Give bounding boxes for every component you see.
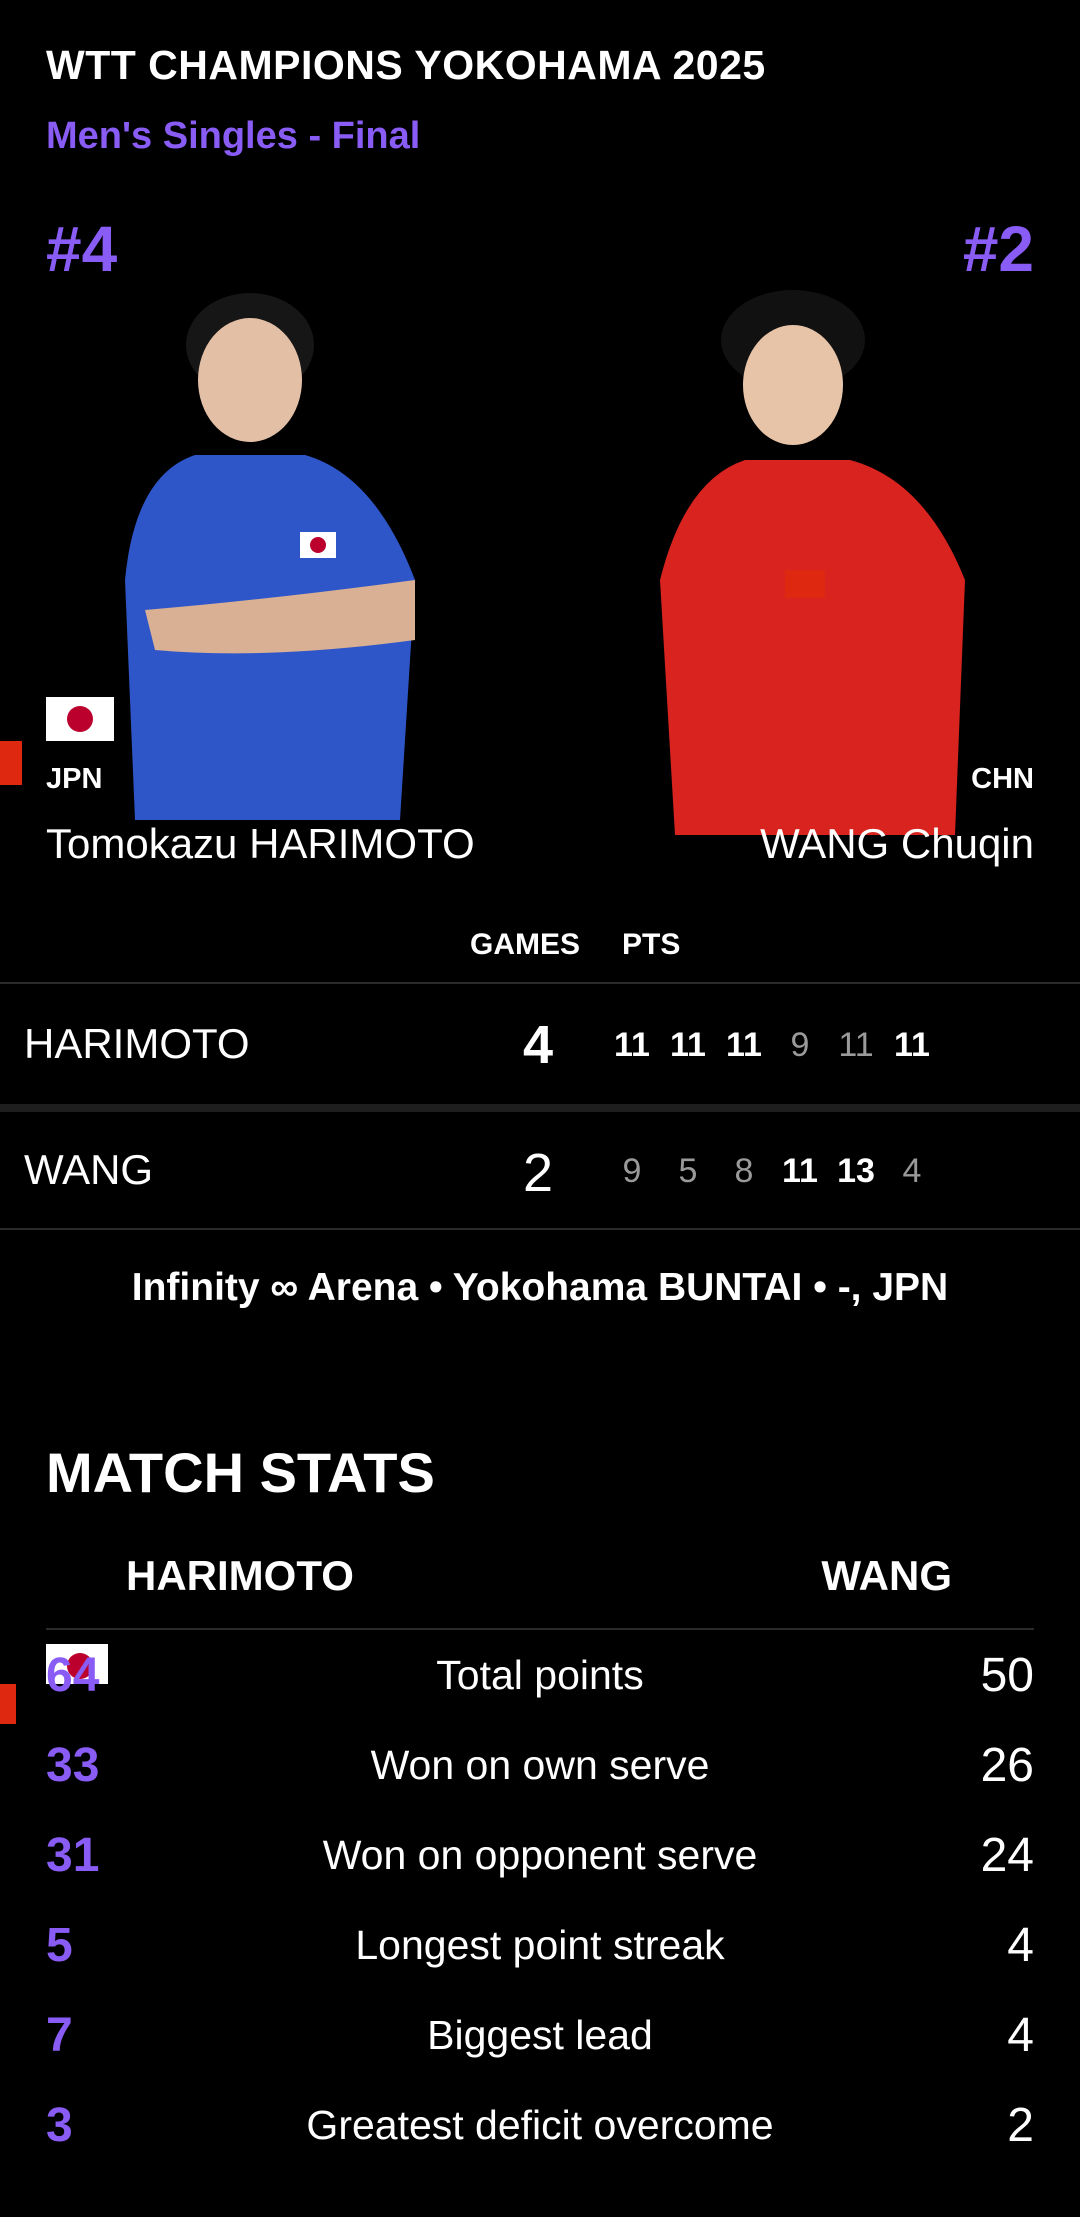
game-score: 8 [734, 1152, 754, 1190]
score-row-harimoto: HARIMOTO 4 11 11 11 9 11 11 [0, 986, 1080, 1104]
harimoto-photo [125, 293, 415, 820]
stat-row: 31 Won on opponent serve 24 [46, 1828, 1034, 1918]
game-score: 11 [726, 1026, 762, 1064]
game-score: 4 [902, 1152, 922, 1190]
japan-flag-icon [46, 697, 114, 741]
divider [0, 1104, 1080, 1112]
pts-header: PTS [622, 928, 681, 961]
stat-right-value: 24 [980, 1829, 1034, 1882]
event-subtitle: Men's Singles - Final [46, 115, 421, 157]
right-player-name: WANG Chuqin [760, 820, 1034, 867]
left-country: JPN [46, 763, 103, 795]
venue-line: Infinity ∞ Arena • Yokohama BUNTAI • -, … [131, 1266, 949, 1309]
games-won: 2 [522, 1143, 554, 1203]
stat-right-value: 26 [980, 1739, 1034, 1792]
stat-label: Won on opponent serve [322, 1832, 758, 1878]
game-score: 9 [622, 1152, 642, 1190]
match-stats-title: MATCH STATS [46, 1441, 435, 1504]
divider [0, 1228, 1080, 1230]
game-score: 5 [678, 1152, 698, 1190]
stat-row: 64 Total points 50 [46, 1648, 1034, 1738]
score-row-wang: WANG 2 9 5 8 11 13 4 [0, 1112, 1080, 1230]
stat-right-value: 4 [1007, 1919, 1034, 1972]
event-title: WTT CHAMPIONS YOKOHAMA 2025 [46, 42, 766, 88]
stat-label: Longest point streak [355, 1922, 725, 1968]
stat-right-value: 4 [1007, 2009, 1034, 2062]
score-row-name: WANG [24, 1146, 154, 1193]
stats-left-team: HARIMOTO [126, 1552, 354, 1599]
game-score: 11 [670, 1026, 706, 1064]
game-score: 11 [838, 1026, 874, 1064]
left-player-name: Tomokazu HARIMOTO [46, 820, 475, 867]
game-score: 9 [790, 1026, 810, 1064]
game-score: 11 [894, 1026, 930, 1064]
score-row-name: HARIMOTO [24, 1020, 250, 1067]
divider [0, 982, 1080, 984]
stat-label: Total points [436, 1652, 644, 1698]
stat-label: Greatest deficit overcome [306, 2102, 774, 2148]
stat-label: Won on own serve [370, 1742, 710, 1788]
games-won: 4 [522, 1015, 554, 1075]
left-seed: #4 [46, 213, 118, 285]
wang-photo [660, 290, 965, 835]
right-seed: #2 [962, 213, 1034, 285]
stat-right-value: 2 [1007, 2099, 1034, 2152]
stat-right-value: 50 [980, 1649, 1034, 1702]
stat-row: 5 Longest point streak 4 [46, 1918, 1034, 2008]
china-flag-icon [0, 741, 22, 785]
game-score: 11 [782, 1152, 818, 1190]
stat-row: 3 Greatest deficit overcome 2 [46, 2098, 1034, 2188]
games-header: GAMES [470, 928, 581, 961]
game-score: 13 [837, 1152, 875, 1190]
divider [46, 1628, 1034, 1630]
game-score: 11 [614, 1026, 650, 1064]
right-country: CHN [971, 763, 1034, 795]
stat-row: 7 Biggest lead 4 [46, 2008, 1034, 2098]
stats-right-team: WANG [821, 1552, 952, 1599]
stat-row: 33 Won on own serve 26 [46, 1738, 1034, 1828]
stat-label: Biggest lead [427, 2012, 653, 2058]
china-flag-icon [0, 1684, 16, 1724]
